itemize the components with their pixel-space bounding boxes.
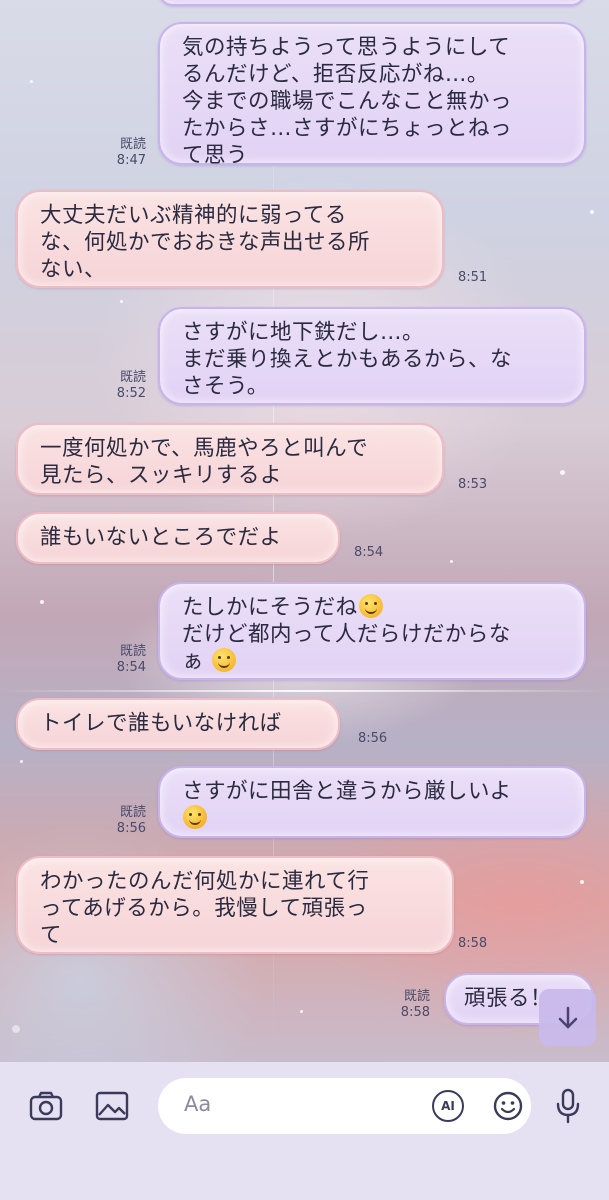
- read-receipt: 既読 8:52: [116, 370, 146, 401]
- message-bubble-sent[interactable]: たしかにそうだね だけど都内って人だらけだからな ぁ: [158, 582, 586, 680]
- downcast-sweat-face-icon: [183, 805, 207, 829]
- message-text: ぁ: [182, 648, 566, 675]
- message-time: 8:53: [458, 477, 488, 492]
- sparkle: [300, 1010, 303, 1013]
- message-bubble-sent[interactable]: さすがに田舎と違うから厳しいよ: [158, 766, 586, 838]
- camera-button[interactable]: [24, 1084, 68, 1128]
- scroll-to-bottom-button[interactable]: [539, 989, 596, 1046]
- image-button[interactable]: [90, 1084, 134, 1128]
- message-text: 誰もいないところでだよ: [40, 525, 282, 550]
- message-text: 一度何処かで、馬鹿やろと叫んで: [40, 436, 369, 461]
- message-text: ってあげるから。我慢して頑張っ: [40, 896, 368, 921]
- sparkle: [30, 80, 33, 83]
- message-bubble-sent[interactable]: 気の持ちようって思うようにして るんだけど、拒否反応がね…。 今までの職場でこん…: [158, 22, 586, 168]
- sparkle: [450, 560, 453, 563]
- message-text: まだ乗り換えとかもあるから、な: [182, 347, 513, 372]
- message-text: 見たら、スッキリするよ: [40, 463, 283, 488]
- smiling-face-icon: [358, 594, 383, 618]
- read-receipt: 既読 8:47: [116, 137, 146, 168]
- message-time: 8:56: [358, 731, 388, 746]
- microphone-icon: [556, 1088, 580, 1124]
- sparkle: [560, 470, 565, 475]
- message-text: たからさ…さすがにちょっとねっ: [182, 116, 513, 141]
- message-text: ない、: [40, 257, 107, 282]
- read-receipt: 既読 8:56: [116, 805, 146, 836]
- sparkle: [120, 300, 123, 303]
- message-text: 気の持ちようって思うようにして: [182, 35, 511, 60]
- emoji-icon: [493, 1091, 523, 1121]
- horizon-glow: [0, 690, 609, 692]
- read-receipt: 既読 8:54: [116, 644, 146, 675]
- message-text: て: [40, 923, 63, 948]
- voice-input-button[interactable]: [548, 1084, 588, 1128]
- message-bubble-received[interactable]: トイレで誰もいなければ: [16, 698, 340, 750]
- message-text: [182, 805, 566, 832]
- message-bubble-received[interactable]: 一度何処かで、馬鹿やろと叫んで 見たら、スッキリするよ: [16, 423, 444, 495]
- sparkle: [590, 210, 594, 214]
- message-text: さそう。: [182, 374, 269, 399]
- sparkle: [20, 760, 23, 763]
- image-icon: [95, 1091, 129, 1121]
- read-receipt: 既読 8:58: [400, 989, 430, 1020]
- camera-icon: [29, 1091, 63, 1121]
- message-text: さすがに田舎と違うから厳しいよ: [182, 779, 512, 804]
- emoji-button[interactable]: [488, 1086, 528, 1126]
- grinning-sweat-face-icon: [212, 648, 237, 672]
- sparkle: [40, 600, 44, 604]
- message-text: たしかにそうだね: [182, 594, 566, 621]
- message-time: 8:58: [458, 936, 488, 951]
- message-bubble-received[interactable]: わかったのんだ何処かに連れて行 ってあげるから。我慢して頑張っ て: [16, 856, 454, 954]
- ai-icon: AI: [432, 1090, 464, 1122]
- sparkle: [12, 1025, 20, 1033]
- input-placeholder: Aa: [184, 1092, 212, 1116]
- message-text: わかったのんだ何処かに連れて行: [40, 869, 370, 894]
- message-text: さすがに地下鉄だし…。: [182, 320, 425, 345]
- arrow-down-icon: [558, 1006, 577, 1028]
- message-time: 8:54: [354, 545, 384, 560]
- message-text: な、何処かでおおきな声出せる所: [40, 230, 371, 255]
- message-input-field[interactable]: [158, 1078, 531, 1134]
- message-bubble-sent[interactable]: [158, 0, 586, 6]
- ai-button[interactable]: AI: [430, 1088, 466, 1124]
- message-text: 大丈夫だいぶ精神的に弱ってる: [40, 203, 347, 228]
- message-bubble-sent[interactable]: さすがに地下鉄だし…。 まだ乗り換えとかもあるから、な さそう。: [158, 307, 586, 405]
- sparkle: [580, 880, 584, 884]
- message-text: るんだけど、拒否反応がね…。: [182, 62, 489, 87]
- message-text: トイレで誰もいなければ: [40, 711, 282, 736]
- message-bubble-received[interactable]: 大丈夫だいぶ精神的に弱ってる な、何処かでおおきな声出せる所 ない、: [16, 190, 444, 288]
- message-text: 今までの職場でこんなこと無かっ: [182, 89, 513, 114]
- message-time: 8:51: [458, 270, 488, 285]
- message-text: て思う: [182, 143, 249, 168]
- message-bubble-received[interactable]: 誰もいないところでだよ: [16, 512, 340, 564]
- message-text: だけど都内って人だらけだからな: [182, 622, 511, 647]
